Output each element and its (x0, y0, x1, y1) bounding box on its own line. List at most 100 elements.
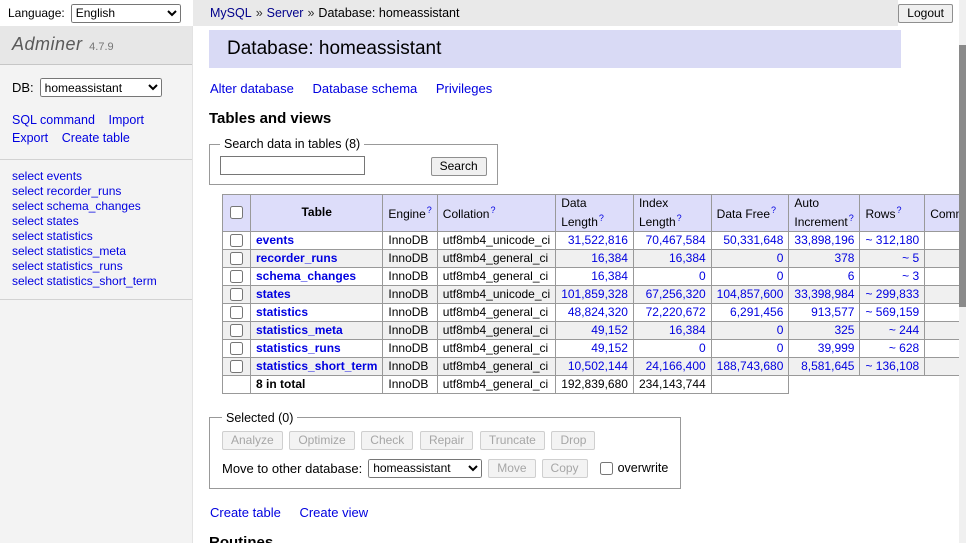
breadcrumb-link-server[interactable]: Server (267, 6, 304, 20)
sidebar-item-select-statistics[interactable]: select statistics (12, 229, 180, 244)
row-checkbox[interactable] (230, 306, 243, 319)
column-header-engine-label: Engine (388, 207, 425, 221)
auto-increment-link[interactable]: 33,398,984 (794, 287, 854, 301)
scrollbar-thumb[interactable] (959, 45, 966, 307)
index-length-link[interactable]: 16,384 (669, 323, 706, 337)
rows-count-link[interactable]: ~ 136,108 (865, 359, 919, 373)
row-checkbox[interactable] (230, 288, 243, 301)
sidebar-link-sql-command[interactable]: SQL command (12, 112, 95, 129)
privileges-link[interactable]: Privileges (436, 81, 492, 96)
move-db-select[interactable]: homeassistant (368, 459, 482, 478)
data-length-link[interactable]: 16,384 (591, 269, 628, 283)
table-name-link[interactable]: schema_changes (256, 269, 356, 283)
rows-count-link[interactable]: ~ 5 (902, 251, 919, 265)
database-schema-link[interactable]: Database schema (312, 81, 417, 96)
index-length-link[interactable]: 70,467,584 (646, 233, 706, 247)
sidebar-item-select-recorder-runs[interactable]: select recorder_runs (12, 184, 180, 199)
help-link[interactable]: ? (427, 205, 432, 215)
row-checkbox[interactable] (230, 324, 243, 337)
data-length-link[interactable]: 101,859,328 (561, 287, 628, 301)
data-free-link[interactable]: 6,291,456 (730, 305, 783, 319)
tables-table: Table Engine? Collation? Data Length? In… (222, 194, 959, 394)
table-name-link[interactable]: events (256, 233, 294, 247)
table-name-link[interactable]: statistics (256, 305, 308, 319)
sidebar-item-select-states[interactable]: select states (12, 214, 180, 229)
table-name-link[interactable]: states (256, 287, 291, 301)
data-free-link[interactable]: 188,743,680 (717, 359, 784, 373)
data-length-link[interactable]: 48,824,320 (568, 305, 628, 319)
scrollbar[interactable] (959, 0, 966, 543)
rows-count-link[interactable]: ~ 244 (889, 323, 919, 337)
row-checkbox[interactable] (230, 234, 243, 247)
rows-count-link[interactable]: ~ 312,180 (865, 233, 919, 247)
sidebar-item-select-statistics-short-term[interactable]: select statistics_short_term (12, 274, 180, 289)
search-input[interactable] (220, 156, 365, 175)
sidebar-link-import[interactable]: Import (109, 112, 144, 129)
data-length-link[interactable]: 16,384 (591, 251, 628, 265)
sidebar-item-select-statistics-runs[interactable]: select statistics_runs (12, 259, 180, 274)
alter-database-link[interactable]: Alter database (210, 81, 294, 96)
help-link[interactable]: ? (599, 213, 604, 223)
select-all-checkbox[interactable] (230, 206, 243, 219)
data-length-link[interactable]: 49,152 (591, 341, 628, 355)
auto-increment-link[interactable]: 8,581,645 (801, 359, 854, 373)
help-link[interactable]: ? (771, 205, 776, 215)
help-link[interactable]: ? (677, 213, 682, 223)
data-free-link[interactable]: 50,331,648 (723, 233, 783, 247)
data-length-link[interactable]: 49,152 (591, 323, 628, 337)
row-checkbox-cell (223, 357, 251, 375)
data-free-link[interactable]: 0 (777, 251, 784, 265)
help-link[interactable]: ? (490, 205, 495, 215)
table-name-link[interactable]: recorder_runs (256, 251, 337, 265)
rows-count-link[interactable]: ~ 569,159 (865, 305, 919, 319)
create-view-link[interactable]: Create view (299, 505, 368, 520)
index-length-link[interactable]: 67,256,320 (646, 287, 706, 301)
sidebar-item-select-events[interactable]: select events (12, 169, 180, 184)
overwrite-checkbox[interactable] (600, 462, 613, 475)
breadcrumb-link-mysql[interactable]: MySQL (210, 6, 252, 20)
data-free-link[interactable]: 0 (777, 341, 784, 355)
row-checkbox[interactable] (230, 270, 243, 283)
index-length-link[interactable]: 24,166,400 (646, 359, 706, 373)
table-name-link[interactable]: statistics_meta (256, 323, 343, 337)
rows-count-link[interactable]: ~ 3 (902, 269, 919, 283)
data-free-link[interactable]: 0 (777, 323, 784, 337)
logout-button[interactable]: Logout (898, 4, 953, 23)
auto-increment-link[interactable]: 325 (834, 323, 854, 337)
data-free-link[interactable]: 104,857,600 (717, 287, 784, 301)
data-length-link[interactable]: 31,522,816 (568, 233, 628, 247)
help-link[interactable]: ? (849, 213, 854, 223)
table-name-link[interactable]: statistics_short_term (256, 359, 377, 373)
help-link[interactable]: ? (896, 205, 901, 215)
search-button[interactable]: Search (431, 157, 487, 176)
rows-count-link[interactable]: ~ 299,833 (865, 287, 919, 301)
db-select[interactable]: homeassistant (40, 78, 162, 97)
index-length-link[interactable]: 0 (699, 341, 706, 355)
create-table-link[interactable]: Create table (210, 505, 281, 520)
rows-count-link[interactable]: ~ 628 (889, 341, 919, 355)
row-checkbox[interactable] (230, 252, 243, 265)
row-checkbox[interactable] (230, 342, 243, 355)
column-header-collation-label: Collation (443, 207, 490, 221)
data-length-link[interactable]: 10,502,144 (568, 359, 628, 373)
auto-increment-link[interactable]: 913,577 (811, 305, 854, 319)
sidebar-link-export[interactable]: Export (12, 130, 48, 147)
language-select[interactable]: English (71, 4, 181, 23)
index-length-link[interactable]: 0 (699, 269, 706, 283)
app-title: Adminer 4.7.9 (0, 26, 192, 65)
index-length-cell: 70,467,584 (633, 231, 711, 249)
auto-increment-link[interactable]: 6 (848, 269, 855, 283)
auto-increment-link[interactable]: 378 (834, 251, 854, 265)
app-version: 4.7.9 (89, 41, 113, 53)
sidebar-item-select-statistics-meta[interactable]: select statistics_meta (12, 244, 180, 259)
auto-increment-link[interactable]: 33,898,196 (794, 233, 854, 247)
index-length-link[interactable]: 72,220,672 (646, 305, 706, 319)
index-length-link[interactable]: 16,384 (669, 251, 706, 265)
row-checkbox[interactable] (230, 360, 243, 373)
auto-increment-link[interactable]: 39,999 (818, 341, 855, 355)
table-row: statistics InnoDB utf8mb4_general_ci 48,… (223, 303, 960, 321)
data-free-link[interactable]: 0 (777, 269, 784, 283)
sidebar-link-create-table[interactable]: Create table (62, 130, 130, 147)
table-name-link[interactable]: statistics_runs (256, 341, 341, 355)
sidebar-item-select-schema-changes[interactable]: select schema_changes (12, 199, 180, 214)
